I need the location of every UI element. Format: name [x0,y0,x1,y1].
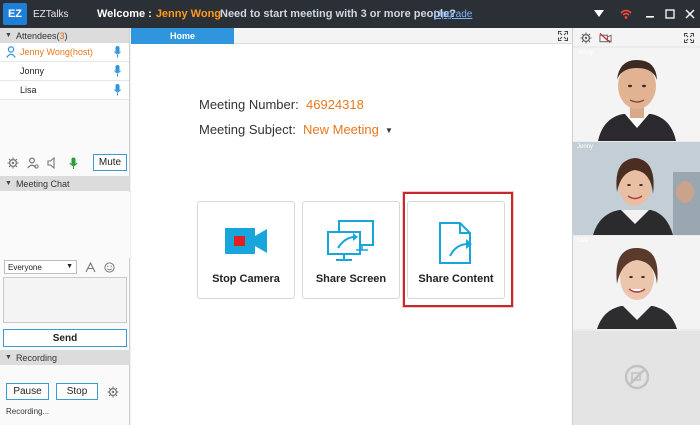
pause-button[interactable]: Pause [6,383,49,400]
gear-icon[interactable] [579,31,592,44]
menu-dropdown-icon[interactable] [591,6,607,22]
microphone-icon[interactable] [66,156,80,170]
app-name: EZTalks [33,8,69,20]
emoji-icon[interactable] [102,260,116,274]
send-button[interactable]: Send [3,329,127,347]
camera-icon [198,220,294,268]
participant-video [573,48,700,141]
microphone-icon[interactable] [114,65,121,77]
main-area: Home Meeting Number: 46924318 Meeting Su… [131,28,572,425]
meeting-subject[interactable]: New Meeting [303,122,379,137]
video-toolbar [573,28,700,46]
participant-video [573,236,700,329]
user-settings-icon[interactable] [26,156,40,170]
font-format-icon[interactable] [83,260,97,274]
recording-header[interactable]: ▼ Recording [0,350,130,365]
highlight-box [403,192,513,307]
attendee-controls: Mute [0,154,130,172]
collapse-triangle-icon: ▼ [5,354,12,361]
mute-button[interactable]: Mute [93,154,127,171]
meeting-chat-title: Meeting Chat [15,178,70,189]
minimize-icon[interactable] [642,6,658,22]
attendee-name: Jonny [20,66,45,76]
attendee-row[interactable]: Lisa [0,81,129,100]
title-bar: EZ EZTalks Welcome : Jenny Wong Need to s… [0,0,700,28]
chat-recipient-value: Everyone [8,262,42,272]
camera-off-icon[interactable] [599,31,612,44]
share-screen-icon [303,220,399,268]
video-tile[interactable]: Jonny [573,48,700,141]
fullscreen-icon[interactable] [557,30,568,41]
meeting-number-label: Meeting Number: [199,97,299,112]
participant-name: Lisa [577,238,589,244]
left-panel: ▼ Attendees( 3 ) Jenny Wong(host) Jonny … [0,28,130,425]
attendee-name: Jenny Wong(host) [20,47,93,57]
attendee-row[interactable]: Jenny Wong(host) [0,43,129,62]
stop-button[interactable]: Stop [56,383,98,400]
maximize-icon[interactable] [662,6,678,22]
chat-recipient-select[interactable]: Everyone ▼ [4,260,77,274]
host-icon [6,46,16,60]
app-logo: EZ [3,3,27,25]
recording-title: Recording [15,352,57,363]
microphone-icon[interactable] [114,84,121,96]
meeting-number: 46924318 [306,97,364,112]
chat-messages [0,192,130,258]
attendee-name: Lisa [20,85,37,95]
participant-name: Jenny [577,144,594,150]
tab-home[interactable]: Home [131,28,234,44]
share-screen-label: Share Screen [315,273,387,285]
gear-icon[interactable] [106,385,119,398]
chevron-down-icon: ▼ [66,263,73,270]
video-tile[interactable]: Jenny [573,142,700,235]
upgrade-link[interactable]: Upgrade [434,9,472,20]
collapse-triangle-icon: ▼ [5,180,12,187]
fullscreen-icon[interactable] [682,31,695,44]
participant-name: Jonny [577,50,594,56]
attendees-title: Attendees( [15,30,60,41]
settings-icon[interactable] [6,156,20,170]
collapse-triangle-icon: ▼ [5,32,12,39]
participant-video [573,142,700,235]
meeting-chat-header[interactable]: ▼ Meeting Chat [0,176,130,191]
microphone-icon[interactable] [114,46,121,58]
share-screen-button[interactable]: Share Screen [302,201,400,299]
speaker-icon[interactable] [46,156,60,170]
no-video-icon [623,363,651,394]
attendee-row[interactable]: Jonny [0,62,129,81]
attendees-title-close: ) [64,30,68,41]
stop-camera-label: Stop Camera [212,273,280,285]
empty-video-slot [573,331,700,425]
meeting-subject-label: Meeting Subject: [199,122,296,137]
chat-input[interactable] [3,277,127,323]
attendees-header[interactable]: ▼ Attendees( 3 ) [0,28,129,43]
subject-dropdown-icon[interactable]: ▼ [385,126,393,135]
right-panel: Jonny Jenny Lisa [572,28,700,425]
promo-text: Need to start meeting with 3 or more peo… [220,8,456,20]
close-icon[interactable] [682,6,698,22]
recording-status: Recording... [6,407,50,416]
welcome-label: Welcome : [97,8,152,20]
network-signal-icon[interactable] [618,6,634,22]
tab-bar: Home [131,28,572,44]
user-name: Jenny Wong [155,8,222,20]
stop-camera-button[interactable]: Stop Camera [197,201,295,299]
welcome-text: Welcome : Jenny Wong [97,8,221,20]
video-tile[interactable]: Lisa [573,236,700,329]
